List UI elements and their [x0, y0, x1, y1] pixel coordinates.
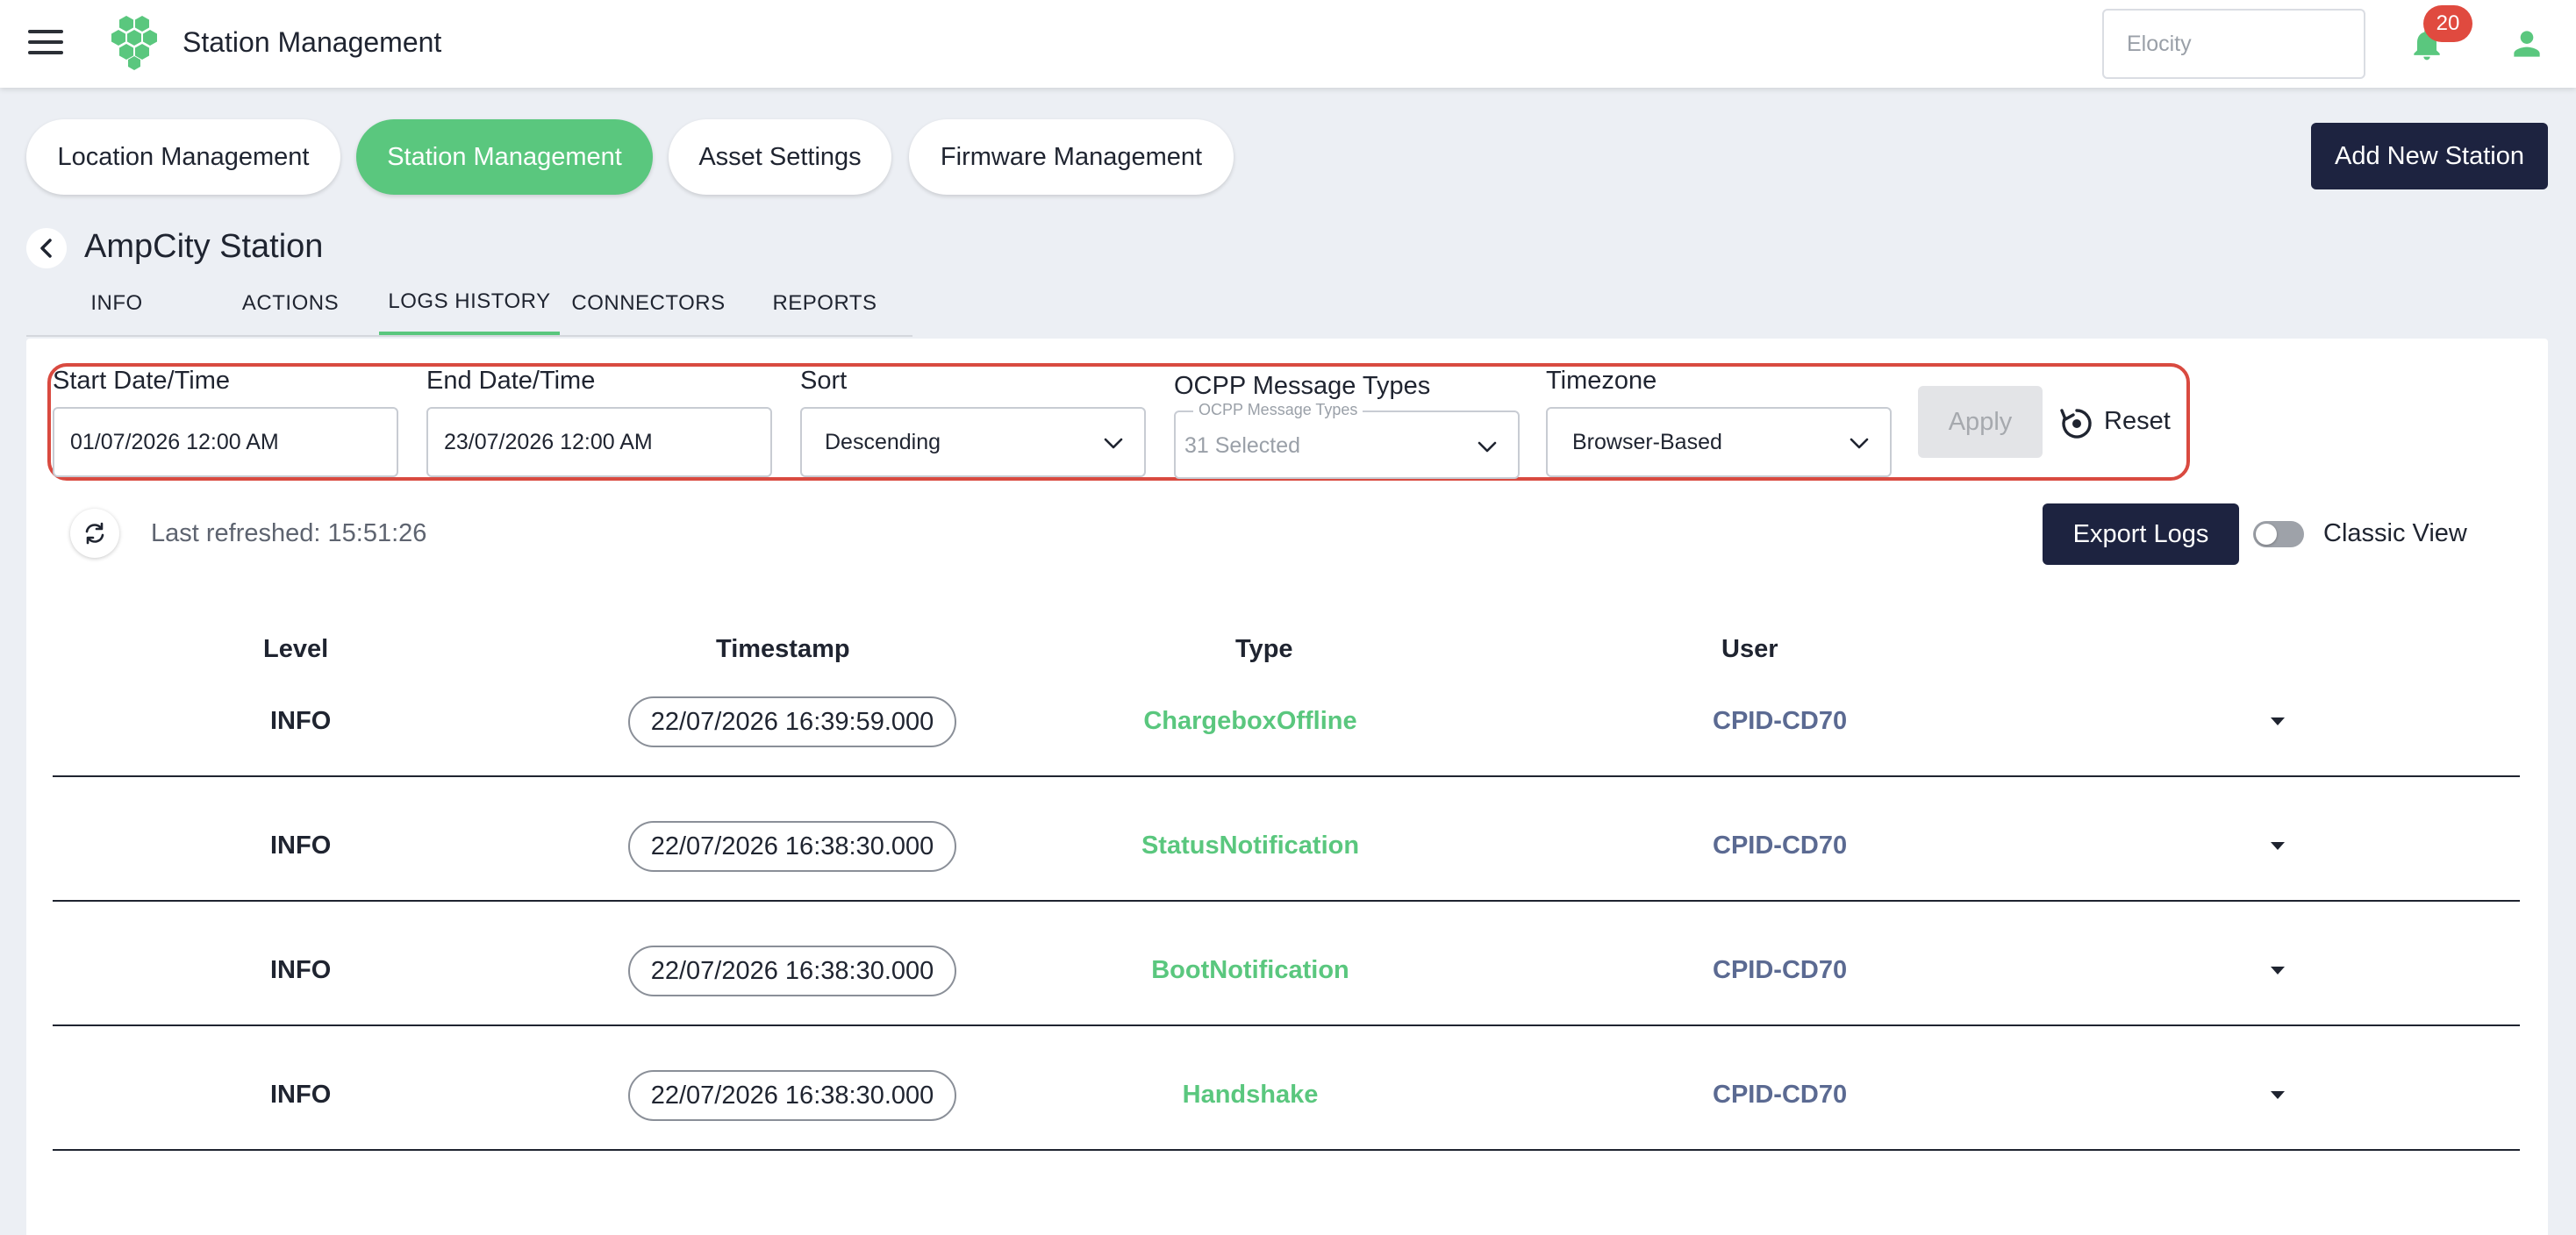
user-icon[interactable] [2508, 25, 2546, 63]
classic-view-toggle[interactable] [2253, 521, 2304, 547]
log-user-link[interactable]: CPID-CD70 [1713, 956, 1847, 985]
log-user-link[interactable]: CPID-CD70 [1713, 707, 1847, 736]
hamburger-icon[interactable] [28, 30, 63, 58]
tab-info[interactable]: INFO [68, 289, 165, 337]
caret-down-icon[interactable] [2260, 953, 2295, 988]
log-timestamp: 22/07/2026 16:39:59.000 [628, 696, 956, 747]
add-new-station-button[interactable]: Add New Station [2311, 123, 2548, 189]
start-date-input[interactable]: 01/07/2026 12:00 AM [53, 407, 398, 477]
table-row: INFO 22/07/2026 16:38:30.000 BootNotific… [53, 902, 2520, 1026]
table-row: INFO 22/07/2026 16:39:59.000 ChargeboxOf… [53, 653, 2520, 777]
log-type-link[interactable]: ChargeboxOffline [1106, 707, 1395, 736]
timezone-value: Browser-Based [1572, 430, 1722, 454]
refresh-icon [85, 522, 104, 545]
back-button[interactable] [26, 228, 67, 268]
chevron-down-icon [1850, 438, 1869, 449]
sort-label: Sort [800, 367, 848, 395]
caret-down-icon[interactable] [2260, 828, 2295, 863]
organization-input[interactable] [2102, 9, 2365, 79]
log-level: INFO [270, 832, 332, 860]
message-types-select[interactable]: OCPP Message Types 31 Selected [1174, 400, 1520, 479]
export-logs-button[interactable]: Export Logs [2043, 503, 2239, 565]
chevron-left-icon [40, 239, 52, 258]
chevron-down-icon [1104, 438, 1123, 449]
tab-reports[interactable]: REPORTS [763, 289, 886, 337]
log-type-link[interactable]: BootNotification [1106, 956, 1395, 985]
station-title: AmpCity Station [84, 228, 324, 265]
notification-badge: 20 [2423, 5, 2472, 42]
reset-icon [2060, 409, 2092, 439]
caret-down-icon[interactable] [2260, 1077, 2295, 1112]
sort-value: Descending [825, 430, 941, 454]
log-timestamp: 22/07/2026 16:38:30.000 [628, 1070, 956, 1121]
classic-view-label: Classic View [2323, 519, 2467, 547]
start-date-value: 01/07/2026 12:00 AM [70, 430, 279, 454]
log-level: INFO [270, 707, 332, 735]
log-type-link[interactable]: Handshake [1106, 1081, 1395, 1110]
log-user-link[interactable]: CPID-CD70 [1713, 1081, 1847, 1110]
tabs-divider [26, 335, 912, 337]
log-level: INFO [270, 956, 332, 984]
log-type-link[interactable]: StatusNotification [1106, 832, 1395, 860]
reset-label: Reset [2104, 407, 2171, 435]
end-date-value: 23/07/2026 12:00 AM [444, 430, 653, 454]
tab-station-management[interactable]: Station Management [356, 119, 653, 195]
app-title: Station Management [182, 26, 442, 58]
sort-select[interactable]: Descending [800, 407, 1146, 477]
refresh-button[interactable] [70, 509, 119, 558]
apply-button[interactable]: Apply [1918, 386, 2043, 458]
tab-asset-settings[interactable]: Asset Settings [669, 119, 891, 195]
start-date-label: Start Date/Time [53, 367, 230, 395]
log-timestamp: 22/07/2026 16:38:30.000 [628, 821, 956, 872]
table-row: INFO 22/07/2026 16:38:30.000 StatusNotif… [53, 777, 2520, 902]
timezone-label: Timezone [1546, 367, 1657, 395]
last-refreshed: Last refreshed: 15:51:26 [151, 519, 427, 547]
end-date-label: End Date/Time [426, 367, 596, 395]
message-types-value: 31 Selected [1184, 433, 1301, 458]
log-level: INFO [270, 1081, 332, 1109]
table-row: INFO 22/07/2026 16:38:30.000 Handshake C… [53, 1026, 2520, 1151]
log-user-link[interactable]: CPID-CD70 [1713, 832, 1847, 860]
tab-actions[interactable]: ACTIONS [221, 289, 360, 337]
message-types-floating-label: OCPP Message Types [1193, 400, 1363, 419]
end-date-input[interactable]: 23/07/2026 12:00 AM [426, 407, 772, 477]
tab-logs-history[interactable]: LOGS HISTORY [379, 289, 560, 337]
hexagon-logo-icon [111, 16, 157, 70]
tab-firmware-management[interactable]: Firmware Management [909, 119, 1234, 195]
timezone-select[interactable]: Browser-Based [1546, 407, 1892, 477]
caret-down-icon[interactable] [2260, 703, 2295, 739]
tab-connectors[interactable]: CONNECTORS [569, 289, 728, 337]
top-bar: Station Management 20 [0, 0, 2576, 88]
log-timestamp: 22/07/2026 16:38:30.000 [628, 946, 956, 996]
toggle-thumb [2256, 524, 2277, 545]
chevron-down-icon [1478, 441, 1497, 453]
tab-location-management[interactable]: Location Management [26, 119, 340, 195]
message-types-label: OCPP Message Types [1174, 372, 1431, 400]
